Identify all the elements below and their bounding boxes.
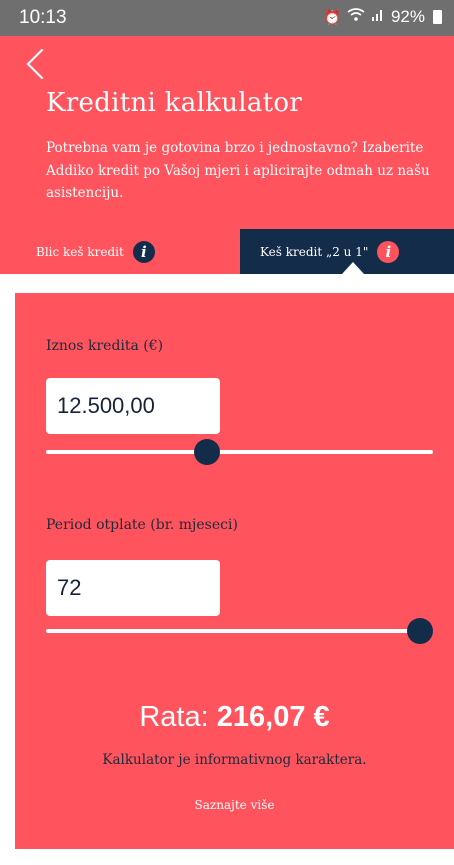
tab-blic-kes-kredit[interactable]: Blic keš kredit i xyxy=(0,229,240,274)
page-title: Kreditni kalkulator xyxy=(46,88,303,118)
loan-type-tabs: Blic keš kredit i Keš kredit „2 u 1" i xyxy=(0,229,454,274)
info-icon[interactable]: i xyxy=(132,240,155,263)
intro-text: Potrebna vam je gotovina brzo i jednosta… xyxy=(46,140,430,201)
signal-icon xyxy=(371,7,385,27)
info-icon[interactable]: i xyxy=(377,240,400,263)
slider-thumb[interactable] xyxy=(194,439,220,465)
status-bar: 10:13 ⏰ 92% xyxy=(0,0,454,36)
alarm-icon: ⏰ xyxy=(323,9,341,25)
chevron-left-icon-glyph xyxy=(26,48,44,80)
wifi-icon-glyph xyxy=(347,8,365,21)
monthly-rate: Rata: 216,07 € xyxy=(15,701,454,734)
status-icons: ⏰ 92% xyxy=(324,7,442,27)
loan-amount-label: Iznos kredita (€) xyxy=(46,338,164,354)
tab-label: Blic keš kredit xyxy=(36,244,124,259)
active-tab-pointer xyxy=(342,262,364,274)
repayment-period-input[interactable] xyxy=(46,560,220,616)
rate-value: 216,07 € xyxy=(216,701,330,733)
disclaimer-text: Kalkulator je informativnog karaktera. xyxy=(102,752,367,768)
signal-icon-glyph xyxy=(371,10,382,21)
calculator-card: Iznos kredita (€) Period otplate (br. mj… xyxy=(15,293,454,849)
battery-icon xyxy=(433,10,442,24)
status-time: 10:13 xyxy=(19,7,67,28)
slider-track xyxy=(46,450,433,454)
calculator-header: Kreditni kalkulator Potrebna vam je goto… xyxy=(0,36,454,229)
learn-more-link[interactable]: Saznajte više xyxy=(15,798,454,812)
slider-track xyxy=(46,629,433,633)
wifi-icon xyxy=(347,7,365,27)
battery-percent: 92% xyxy=(390,7,425,26)
chevron-left-icon[interactable] xyxy=(22,44,62,84)
loan-amount-slider[interactable] xyxy=(46,439,433,465)
repayment-period-label: Period otplate (br. mjeseci) xyxy=(46,517,238,533)
rate-label: Rata: xyxy=(139,701,209,733)
slider-thumb[interactable] xyxy=(407,618,433,644)
loan-amount-input[interactable] xyxy=(46,378,220,434)
repayment-period-slider[interactable] xyxy=(46,618,433,644)
tab-label: Keš kredit „2 u 1" xyxy=(260,244,369,259)
